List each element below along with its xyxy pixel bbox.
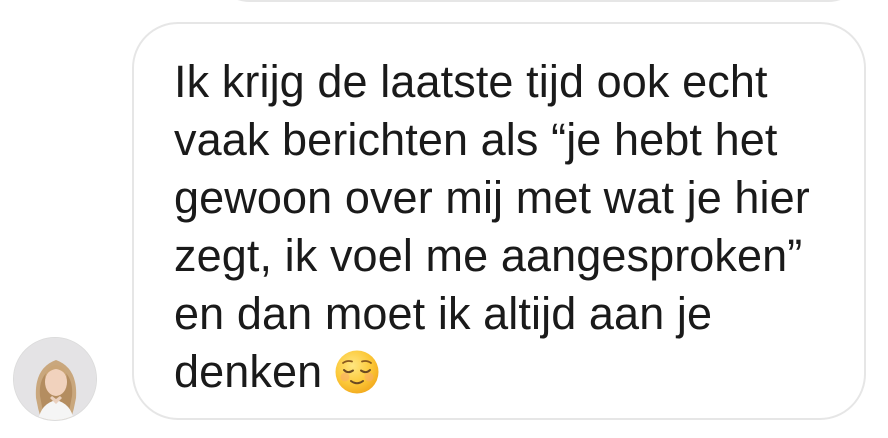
message-text: Ik krijg de laatste tijd ook echt vaak b…: [174, 53, 854, 401]
message-line: Ik krijg de laatste tijd ook echt: [174, 56, 768, 107]
relieved-face-icon: [334, 349, 380, 395]
message-last-line: denken: [174, 343, 854, 401]
message-line: zegt, ik voel me aangesproken”: [174, 230, 803, 281]
message-line: vaak berichten als “je hebt het: [174, 114, 778, 165]
message-line: denken: [174, 346, 323, 397]
message-line: gewoon over mij met wat je hier: [174, 172, 810, 223]
previous-message-bubble[interactable]: [210, 0, 868, 2]
message-line: en dan moet ik altijd aan je: [174, 288, 713, 339]
message-bubble[interactable]: Ik krijg de laatste tijd ook echt vaak b…: [132, 22, 866, 420]
sender-avatar[interactable]: [13, 337, 97, 421]
chat-thread: Ik krijg de laatste tijd ook echt vaak b…: [0, 0, 888, 438]
